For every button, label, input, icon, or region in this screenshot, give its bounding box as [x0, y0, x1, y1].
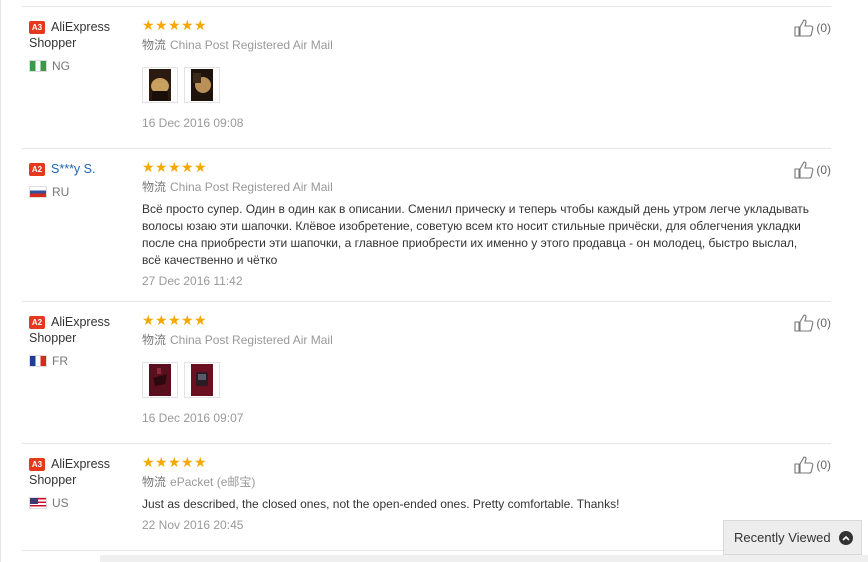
star-icon: ★ — [155, 17, 168, 33]
star-icon: ★ — [168, 454, 181, 470]
star-rating: ★★★★★ — [142, 454, 702, 470]
star-icon: ★ — [142, 454, 155, 470]
thumbs-up-icon — [794, 456, 814, 474]
star-icon: ★ — [181, 312, 194, 328]
left-border — [0, 0, 1, 562]
star-icon: ★ — [194, 312, 207, 328]
star-icon: ★ — [194, 17, 207, 33]
star-icon: ★ — [142, 159, 155, 175]
star-icon: ★ — [155, 312, 168, 328]
chevron-up-icon — [838, 530, 853, 545]
review-text: Всё просто супер. Один в один как в опис… — [142, 202, 809, 267]
star-icon: ★ — [155, 454, 168, 470]
review-image-thumbnail[interactable] — [142, 362, 178, 398]
star-rating: ★★★★★ — [142, 17, 702, 33]
star-rating: ★★★★★ — [142, 312, 702, 328]
star-icon: ★ — [168, 312, 181, 328]
recently-viewed-button[interactable]: Recently Viewed — [723, 520, 862, 555]
reviewer-info: A2 AliExpress Shopper FR — [29, 314, 139, 368]
star-icon: ★ — [168, 17, 181, 33]
review-content: ★★★★★ 物流 ePacket (e邮宝) Just as described,… — [142, 454, 702, 533]
review-item: A2 S***y S. RU ★★★★★ 物流 China Post Registe… — [22, 148, 831, 302]
buyer-level-badge: A2 — [29, 163, 45, 176]
review-item: A3 AliExpress Shopper US ★★★★★ 物流 ePacket … — [22, 443, 831, 551]
thumbs-up-icon — [794, 19, 814, 37]
review-content: ★★★★★ 物流 China Post Registered Air Mail 1… — [142, 17, 702, 131]
helpful-button[interactable]: (0) — [794, 456, 831, 474]
flag-us-icon — [29, 497, 47, 509]
flag-fr-icon — [29, 355, 47, 367]
star-icon: ★ — [194, 159, 207, 175]
review-item: A3 AliExpress Shopper NG ★★★★★ 物流 China Po… — [22, 6, 831, 149]
helpful-button[interactable]: (0) — [794, 161, 831, 179]
star-icon: ★ — [142, 312, 155, 328]
reviewer-info: A3 AliExpress Shopper NG — [29, 19, 139, 73]
review-date: 22 Nov 2016 20:45 — [142, 518, 244, 532]
star-icon: ★ — [194, 454, 207, 470]
review-date: 27 Dec 2016 11:42 — [142, 274, 243, 288]
reviewer-country: US — [29, 496, 139, 510]
reviewer-name-link[interactable]: S***y S. — [51, 162, 95, 176]
flag-ng-icon — [29, 60, 47, 72]
thumbs-up-icon — [794, 314, 814, 332]
logistics-info: 物流 China Post Registered Air Mail — [142, 333, 333, 347]
buyer-level-badge: A2 — [29, 316, 45, 329]
helpful-button[interactable]: (0) — [794, 314, 831, 332]
star-icon: ★ — [181, 17, 194, 33]
review-image-thumbnail[interactable] — [184, 67, 220, 103]
star-icon: ★ — [181, 454, 194, 470]
recently-viewed-label: Recently Viewed — [734, 530, 831, 545]
review-content: ★★★★★ 物流 China Post Registered Air Mail 1… — [142, 312, 702, 426]
flag-ru-icon — [29, 186, 47, 198]
buyer-level-badge: A3 — [29, 21, 45, 34]
review-image-thumbnail[interactable] — [184, 362, 220, 398]
review-date: 16 Dec 2016 09:07 — [142, 411, 244, 425]
reviewer-country: FR — [29, 354, 139, 368]
logistics-info: 物流 China Post Registered Air Mail — [142, 38, 333, 52]
thumbs-up-icon — [794, 161, 814, 179]
star-icon: ★ — [142, 17, 155, 33]
reviewer-country: NG — [29, 59, 139, 73]
logistics-info: 物流 ePacket (e邮宝) — [142, 475, 256, 489]
review-text: Just as described, the closed ones, not … — [142, 497, 620, 511]
review-date: 16 Dec 2016 09:08 — [142, 116, 244, 130]
reviewer-info: A3 AliExpress Shopper US — [29, 456, 139, 510]
star-icon: ★ — [181, 159, 194, 175]
logistics-info: 物流 China Post Registered Air Mail — [142, 180, 333, 194]
review-item: A2 AliExpress Shopper FR ★★★★★ 物流 China Po… — [22, 301, 831, 444]
review-image-thumbnail[interactable] — [142, 67, 178, 103]
review-images — [142, 67, 702, 103]
star-rating: ★★★★★ — [142, 159, 702, 175]
buyer-level-badge: A3 — [29, 458, 45, 471]
helpful-button[interactable]: (0) — [794, 19, 831, 37]
star-icon: ★ — [168, 159, 181, 175]
bottom-scroll-area — [100, 555, 868, 562]
reviewer-country: RU — [29, 185, 139, 199]
review-content: ★★★★★ 物流 China Post Registered Air Mail В… — [142, 159, 809, 289]
star-icon: ★ — [155, 159, 168, 175]
review-images — [142, 362, 702, 398]
reviewer-info: A2 S***y S. RU — [29, 161, 139, 199]
